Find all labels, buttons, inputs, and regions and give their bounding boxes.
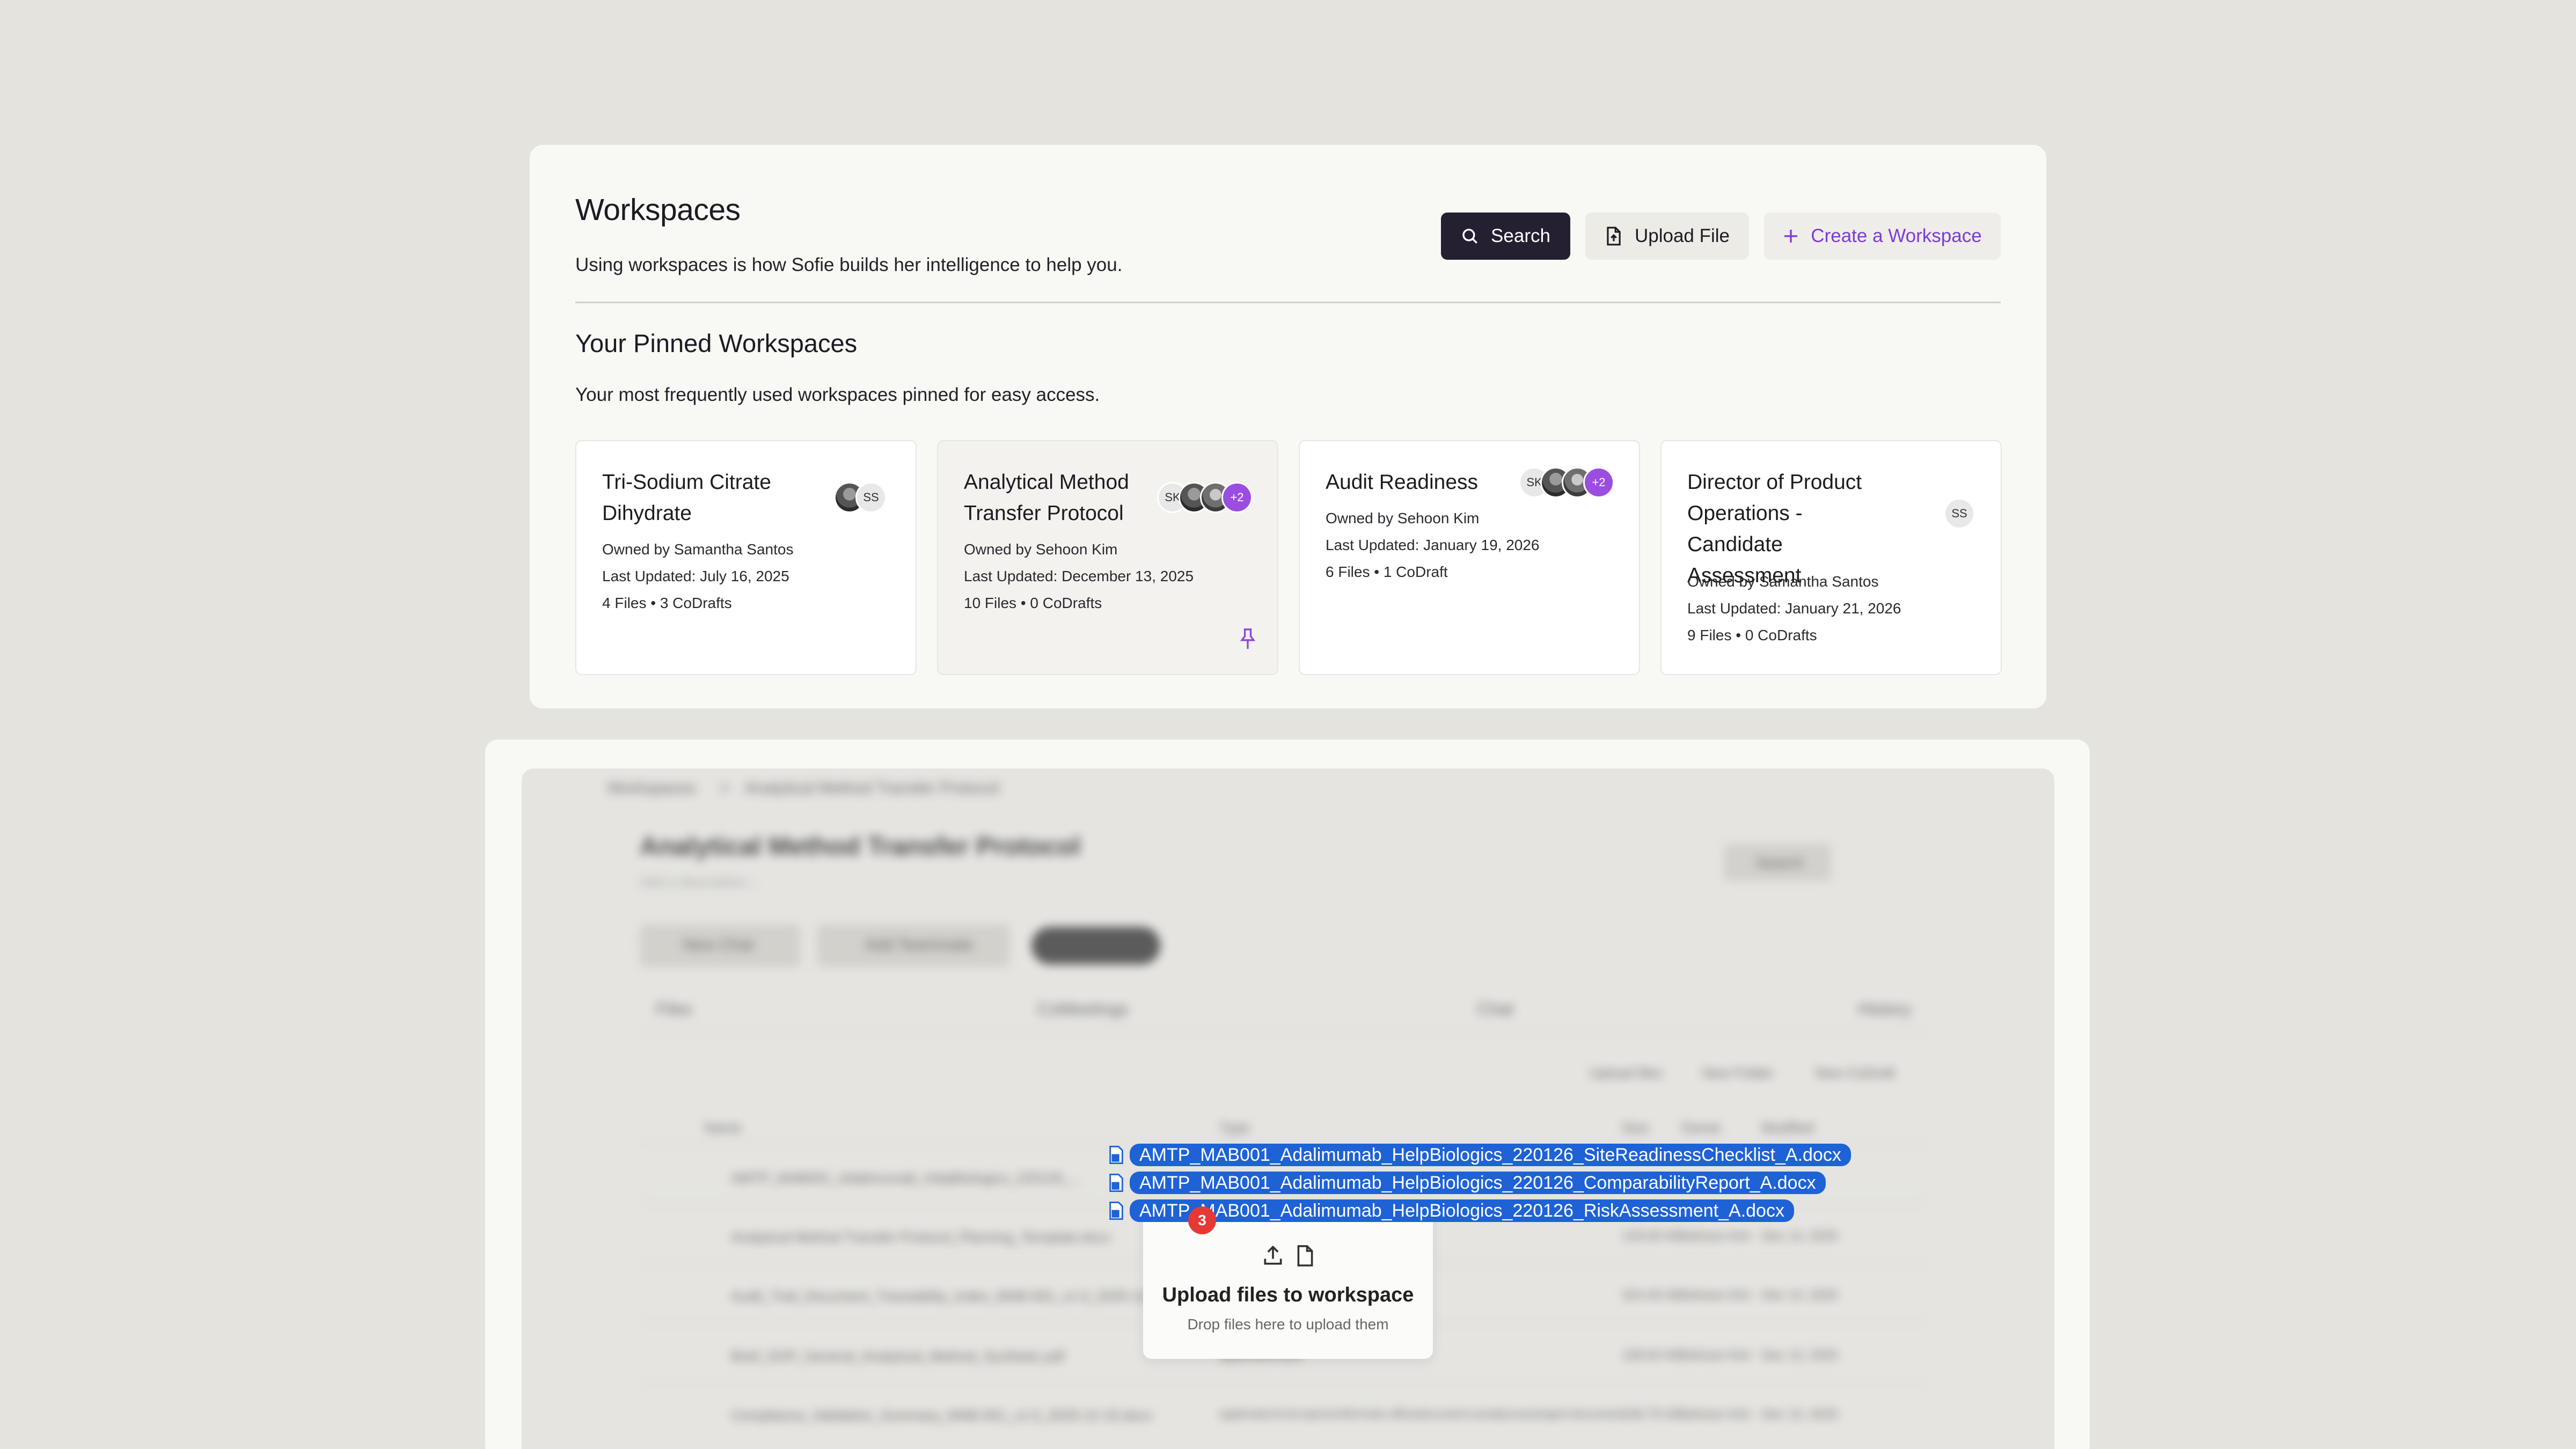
new-folder-action[interactable]: New Folder (1702, 1065, 1774, 1081)
member-avatars: SK +2 (1519, 467, 1614, 498)
avatar-overflow-count: +2 (1583, 467, 1614, 498)
workspace-owner: Owned by Samantha Santos (1687, 573, 1879, 590)
avatar-overflow-count: +2 (1221, 482, 1253, 513)
file-row-size: 129.00 KB (1622, 1229, 1682, 1243)
file-row-type: application/vnd.openxmlformats-officedoc… (1219, 1407, 1623, 1421)
workspace-card[interactable]: Audit Readiness SK +2 Owned by Sehoon Ki… (1299, 440, 1640, 675)
dragged-file[interactable]: AMTP_MAB001_Adalimumab_HelpBiologics_220… (1108, 1172, 1826, 1194)
member-avatars: SS (1944, 498, 1975, 529)
file-row-size: 324.45 KB (1622, 1288, 1682, 1302)
drop-zone-subtitle: Drop files here to upload them (1187, 1316, 1389, 1333)
file-icon (1297, 1245, 1313, 1267)
divider (575, 302, 2001, 303)
file-row-name[interactable]: AMTP_MAB001_Adalimumab_HelpBiologics_220… (731, 1170, 1082, 1187)
dragged-file[interactable]: AMTP_MAB001_Adalimumab_HelpBiologics_220… (1108, 1144, 1851, 1166)
file-row-modified: Dec 13, 2025 (1761, 1348, 1838, 1363)
tab-comeetings[interactable]: CoMeetings (1037, 999, 1129, 1019)
workspace-owner: Owned by Sehoon Kim (1326, 510, 1480, 526)
member-avatars: SS (834, 482, 887, 513)
workspace-counts: 6 Files • 1 CoDraft (1326, 564, 1448, 580)
column-name: Name (704, 1119, 742, 1136)
breadcrumb-root: Workspaces (608, 779, 696, 797)
file-row-modified: Dec 13, 2025 (1761, 1407, 1838, 1422)
column-type: Type (1219, 1119, 1250, 1136)
pinned-section-subtitle: Your most frequently used workspaces pin… (575, 384, 1100, 405)
drop-zone-title: Upload files to workspace (1162, 1284, 1414, 1306)
tab-history[interactable]: History (1858, 999, 1912, 1019)
workspace-owner: Owned by Sehoon Kim (964, 541, 1118, 558)
avatar: SS (855, 482, 887, 513)
dragged-file-name: AMTP_MAB001_Adalimumab_HelpBiologics_220… (1130, 1144, 1851, 1166)
file-row-name[interactable]: Analytical Method Transfer Protocol_Plan… (731, 1229, 1111, 1246)
tab-files[interactable]: Files (656, 999, 692, 1019)
upload-files-action[interactable]: Upload files (1590, 1065, 1663, 1081)
new-codraft-action[interactable]: New CoDraft (1815, 1065, 1895, 1081)
file-row-size: 249.75 KB (1622, 1407, 1682, 1422)
search-button[interactable]: Search (1441, 213, 1570, 260)
document-icon (1108, 1145, 1124, 1165)
plus-icon (1784, 230, 1798, 243)
breadcrumb-separator: > (720, 779, 730, 797)
document-icon (1108, 1173, 1124, 1192)
page-subtitle: Using workspaces is how Sofie builds her… (575, 254, 1123, 275)
column-modified: Modified (1761, 1119, 1814, 1136)
upload-file-button[interactable]: Upload File (1585, 213, 1749, 260)
workspace-title: Analytical Method Transfer Protocol (640, 832, 1081, 861)
workspace-card-title: Analytical Method Transfer Protocol (964, 471, 1129, 525)
workspace-last-updated: Last Updated: July 16, 2025 (602, 568, 789, 584)
file-row-modified: Dec 13, 2025 (1761, 1229, 1838, 1243)
workspace-counts: 4 Files • 3 CoDrafts (602, 595, 732, 611)
search-button[interactable]: Search (1756, 854, 1804, 872)
file-row-name[interactable]: Brief_SOP_General_Analytical_Method_Synt… (731, 1348, 1064, 1365)
column-owner: Owner (1681, 1119, 1722, 1136)
search-icon (1462, 229, 1477, 244)
workspace-counts: 10 Files • 0 CoDrafts (964, 595, 1102, 611)
file-row-size: 109.64 KB (1622, 1348, 1682, 1363)
workspace-card-title: Audit Readiness (1326, 471, 1479, 494)
upload-drop-zone[interactable]: Upload files to workspace Drop files her… (1143, 1202, 1433, 1359)
workspace-card-title: Tri-Sodium Citrate Dihydrate (602, 471, 771, 525)
workspace-counts: 9 Files • 0 CoDrafts (1687, 627, 1817, 643)
workspace-card[interactable]: Tri-Sodium Citrate Dihydrate SS Owned by… (575, 440, 917, 675)
pinned-section-title: Your Pinned Workspaces (575, 329, 858, 357)
page-title: Workspaces (575, 193, 741, 227)
drag-count-badge: 3 (1188, 1206, 1216, 1234)
upload-file-button-label: Upload File (1634, 225, 1730, 246)
dragged-file-name: AMTP_MAB001_Adalimumab_HelpBiologics_220… (1130, 1172, 1826, 1194)
member-avatars: SK +2 (1157, 482, 1253, 513)
new-chat-button[interactable]: New Chat (683, 936, 753, 954)
file-row-name[interactable]: Audit_Trail_Document_Traceability_Index_… (731, 1288, 1202, 1305)
file-upload-icon (1607, 226, 1621, 246)
dragged-file-name: AMTP_MAB001_Adalimumab_HelpBiologics_220… (1130, 1199, 1794, 1222)
create-workspace-button-label: Create a Workspace (1811, 225, 1982, 246)
avatar: SS (1944, 498, 1975, 529)
workspace-last-updated: Last Updated: January 19, 2026 (1326, 537, 1540, 553)
file-row-owner: Sehoon Kim (1681, 1229, 1751, 1243)
file-row-name[interactable]: Compliance_Validation_Summary_MAB-001_v1… (731, 1407, 1153, 1424)
workspace-card[interactable]: Analytical Method Transfer Protocol SK +… (937, 440, 1278, 675)
add-teammate-button[interactable]: Add Teammate (865, 936, 973, 954)
document-icon (1108, 1201, 1124, 1220)
workspace-last-updated: Last Updated: December 13, 2025 (964, 568, 1194, 584)
search-button-label: Search (1491, 225, 1550, 246)
workspace-owner: Owned by Samantha Santos (602, 541, 794, 558)
workspace-last-updated: Last Updated: January 21, 2026 (1687, 600, 1901, 617)
column-size: Size (1622, 1119, 1649, 1136)
file-row-owner: Sehoon Kim (1681, 1348, 1751, 1363)
create-workspace-button[interactable]: Create a Workspace (1764, 213, 2001, 260)
file-row-owner: Sehoon Kim (1681, 1288, 1751, 1302)
pin-icon[interactable] (1240, 628, 1256, 653)
workspace-card[interactable]: Director of Product Operations - Candida… (1660, 440, 2002, 675)
breadcrumb-current: Analytical Method Transfer Protocol (745, 779, 999, 797)
upload-icon (1264, 1245, 1282, 1265)
workspace-description: Add a description... (640, 874, 759, 890)
workspaces-panel: Workspaces Using workspaces is how Sofie… (530, 145, 2046, 708)
file-row-owner: Sehoon Kim (1681, 1407, 1751, 1422)
tab-chat[interactable]: Chat (1477, 999, 1513, 1019)
file-row-modified: Dec 13, 2025 (1761, 1288, 1838, 1302)
